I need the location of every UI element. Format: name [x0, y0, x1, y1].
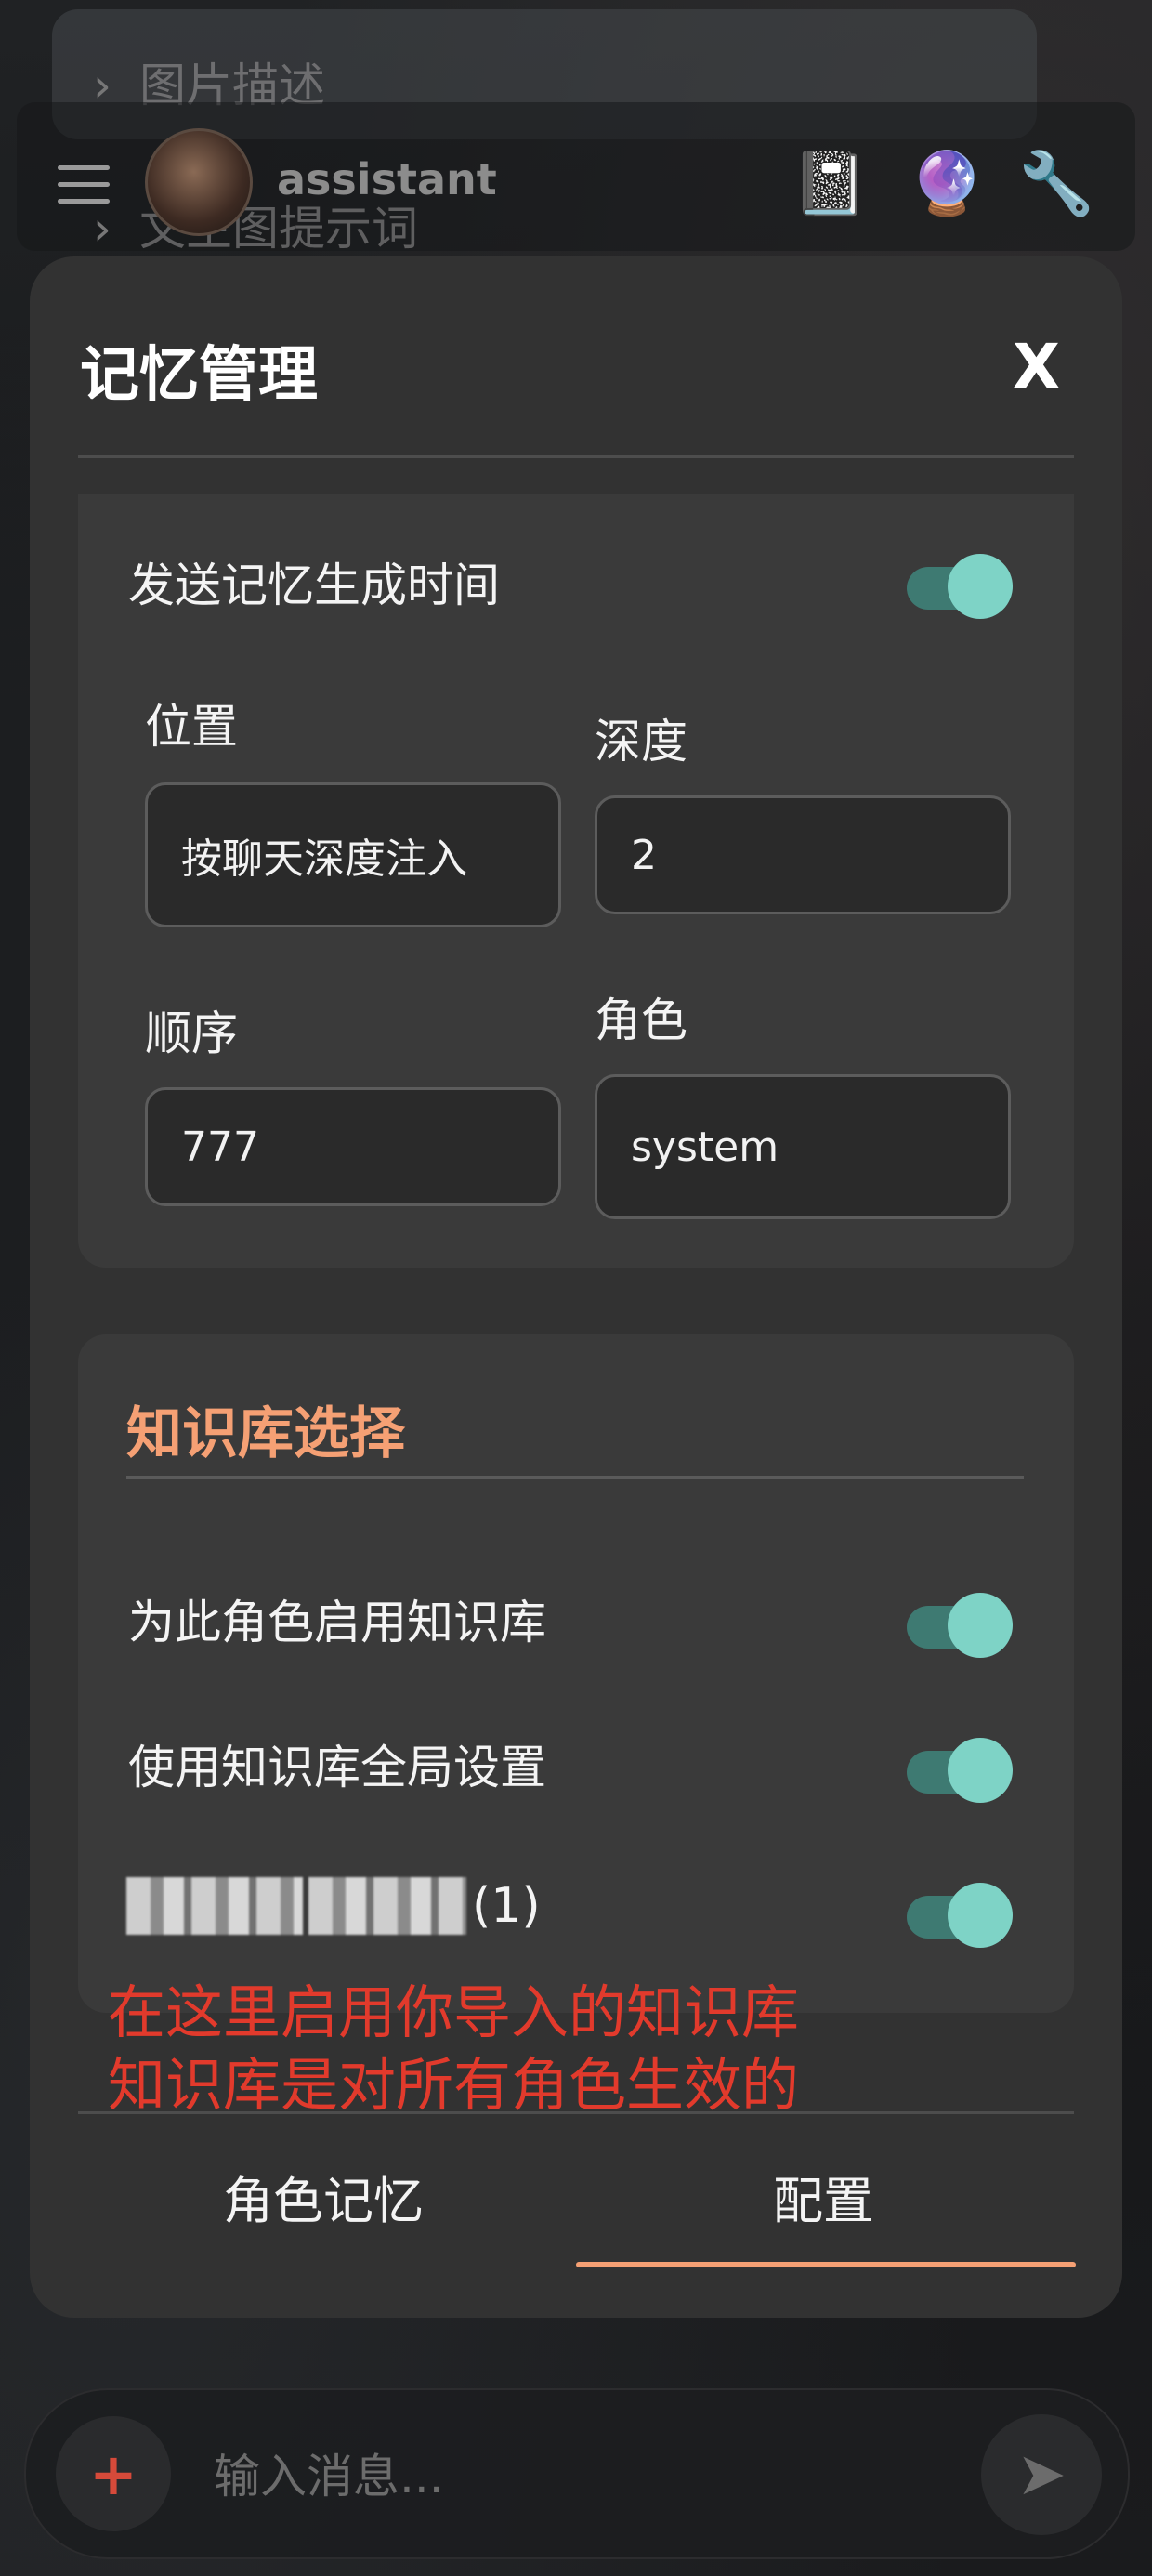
crystal-ball-icon[interactable]: 🔮: [909, 147, 985, 221]
memory-time-label: 发送记忆生成时间: [128, 559, 500, 612]
menu-icon[interactable]: [58, 165, 110, 216]
position-label: 位置: [145, 700, 238, 754]
send-icon: ➤: [1016, 2440, 1067, 2509]
modal-title: 记忆管理: [80, 341, 318, 410]
tab-config[interactable]: 配置: [773, 2160, 873, 2233]
add-button[interactable]: +: [56, 2416, 171, 2531]
notebook-icon[interactable]: 📓: [792, 147, 868, 221]
position-select[interactable]: 按聊天深度注入: [145, 782, 561, 927]
send-button[interactable]: ➤: [981, 2414, 1102, 2535]
enable-kb-for-role-label: 为此角色启用知识库: [128, 1596, 546, 1649]
enable-kb-for-role-toggle[interactable]: [907, 1593, 1015, 1658]
use-global-kb-toggle[interactable]: [907, 1738, 1015, 1803]
assistant-name: assistant: [277, 154, 497, 204]
redacted-name: [308, 1877, 466, 1935]
wrench-icon[interactable]: 🔧: [1018, 147, 1094, 221]
use-global-kb-label: 使用知识库全局设置: [128, 1741, 546, 1794]
divider: [126, 1476, 1024, 1479]
kb-item-row: (1): [126, 1877, 541, 1935]
order-input[interactable]: 777: [145, 1087, 561, 1206]
annotation-line-1: 在这里启用你导入的知识库: [108, 1978, 800, 2046]
redacted-name: [126, 1877, 303, 1935]
order-label: 顺序: [145, 1006, 238, 1060]
divider: [78, 455, 1074, 458]
depth-input[interactable]: 2: [595, 795, 1011, 914]
annotation-line-2: 知识库是对所有角色生效的: [108, 2051, 800, 2119]
role-label: 角色: [595, 993, 687, 1047]
divider: [78, 2111, 1074, 2114]
memory-time-toggle[interactable]: [907, 554, 1015, 619]
tab-role-memory[interactable]: 角色记忆: [223, 2160, 424, 2233]
active-tab-indicator: [576, 2262, 1076, 2267]
close-button[interactable]: X: [1013, 331, 1060, 402]
kb-item-toggle[interactable]: [907, 1883, 1015, 1948]
depth-label: 深度: [595, 715, 687, 769]
kb-item-count: (1): [472, 1878, 541, 1934]
role-select[interactable]: system: [595, 1074, 1011, 1219]
message-input[interactable]: [212, 2438, 922, 2515]
knowledge-section-title: 知识库选择: [126, 1401, 405, 1466]
avatar[interactable]: [145, 128, 253, 236]
